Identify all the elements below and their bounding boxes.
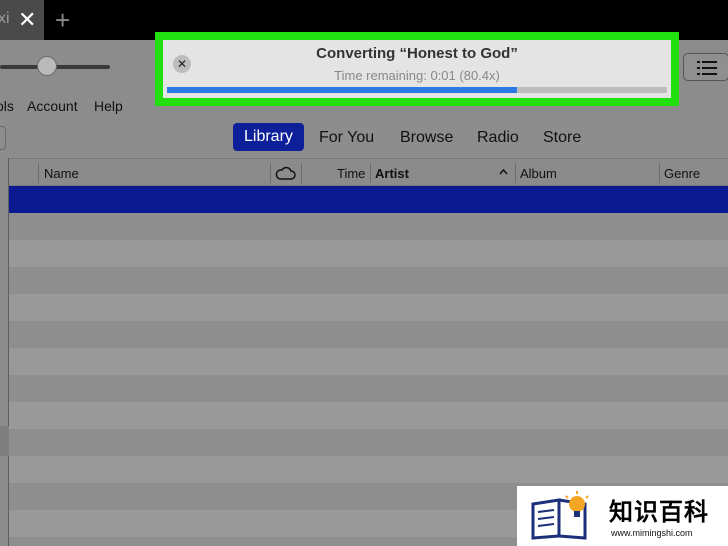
watermark: 知识百科 www.mimingshi.com — [517, 486, 728, 546]
column-divider — [370, 163, 371, 183]
column-divider — [659, 163, 660, 183]
new-tab-button[interactable]: + — [55, 7, 70, 33]
column-header-artist[interactable]: Artist — [375, 166, 409, 181]
table-row[interactable] — [9, 267, 728, 294]
column-divider — [38, 163, 39, 183]
table-row[interactable] — [9, 294, 728, 321]
tab-store[interactable]: Store — [543, 129, 581, 147]
tab-for-you[interactable]: For You — [319, 129, 374, 147]
column-divider — [515, 163, 516, 183]
tab-close-icon[interactable]: ✕ — [18, 9, 36, 31]
conversion-title: Converting “Honest to God” — [316, 45, 518, 62]
sort-ascending-icon — [499, 169, 508, 175]
volume-slider-knob[interactable] — [37, 56, 58, 76]
column-divider — [301, 163, 302, 183]
conversion-status-panel: ✕ Converting “Honest to God” Time remain… — [163, 40, 671, 98]
conversion-progress-bar — [167, 87, 667, 93]
song-list-header: Name Time Artist Album Genre — [0, 158, 728, 186]
tab-title: xi — [0, 10, 10, 27]
table-row[interactable] — [9, 402, 728, 429]
cloud-icon[interactable] — [275, 166, 296, 180]
browser-tab[interactable]: xi ✕ — [0, 0, 44, 40]
table-row[interactable] — [9, 321, 728, 348]
tab-browse[interactable]: Browse — [400, 129, 453, 147]
column-divider — [270, 163, 271, 183]
time-remaining-text: Time remaining: 0:01 (80.4x) — [334, 68, 500, 83]
column-header-genre[interactable]: Genre — [664, 166, 700, 181]
column-header-album[interactable]: Album — [520, 166, 557, 181]
progress-fill — [167, 87, 517, 93]
table-row[interactable] — [9, 456, 728, 483]
tab-library[interactable]: Library — [233, 123, 304, 151]
menu-item-tools[interactable]: ols — [0, 98, 14, 114]
menu-item-account[interactable]: Account — [27, 98, 78, 114]
table-row[interactable] — [9, 240, 728, 267]
sidebar-toggle-button[interactable] — [0, 126, 6, 150]
table-row[interactable] — [9, 186, 728, 213]
table-row[interactable] — [9, 348, 728, 375]
watermark-text: 知识百科 — [609, 499, 709, 526]
column-header-name[interactable]: Name — [44, 166, 79, 181]
tab-radio[interactable]: Radio — [477, 129, 519, 147]
sidebar-edge — [0, 158, 9, 546]
itunes-window: xi ✕ + ols Account Help Library For You — [0, 0, 728, 546]
table-row[interactable] — [9, 375, 728, 402]
sidebar-selection — [0, 426, 9, 456]
watermark-url: www.mimingshi.com — [611, 528, 693, 538]
list-icon — [697, 61, 717, 75]
table-row[interactable] — [9, 429, 728, 456]
book-lightbulb-logo-icon — [531, 491, 589, 540]
up-next-button[interactable] — [683, 53, 728, 81]
column-header-time[interactable]: Time — [337, 166, 365, 181]
table-row[interactable] — [9, 213, 728, 240]
library-nav: Library For You Browse Radio Store — [0, 120, 728, 158]
menu-item-help[interactable]: Help — [94, 98, 123, 114]
